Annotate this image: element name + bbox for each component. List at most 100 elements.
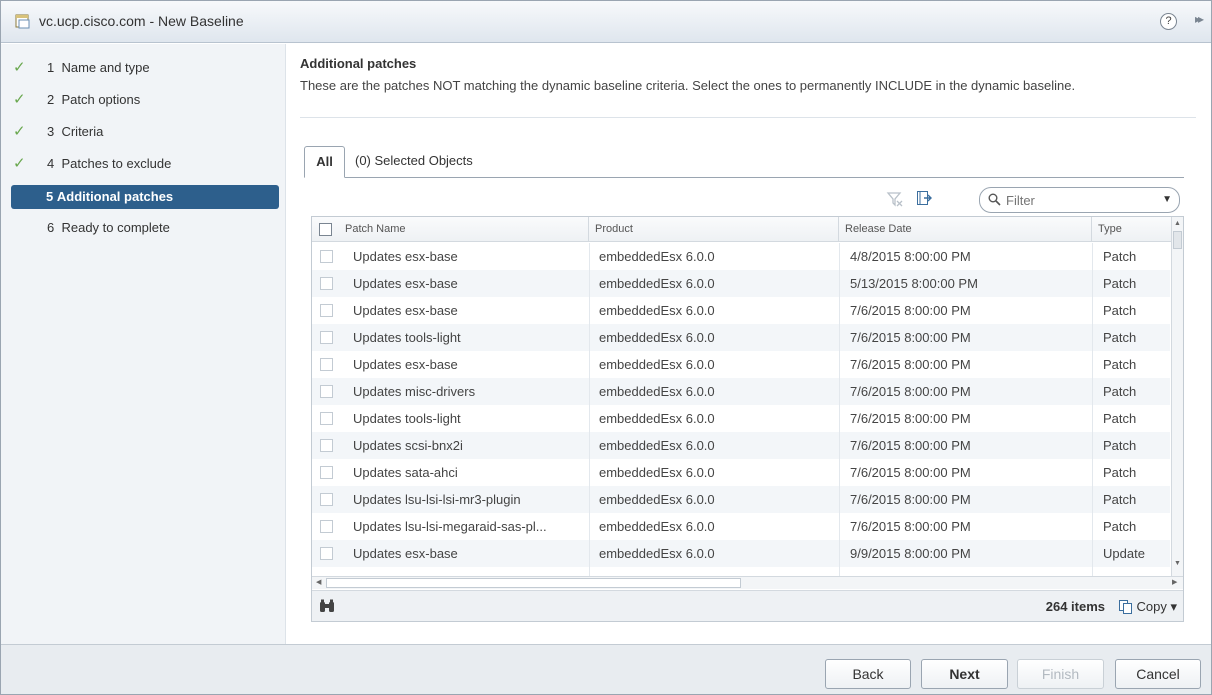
- vertical-scrollbar[interactable]: ▲ ▼: [1171, 217, 1183, 576]
- cell-patch-name: Updates esx-base: [353, 276, 458, 291]
- step-ready-to-complete[interactable]: 6 Ready to complete: [11, 216, 279, 240]
- select-all-checkbox[interactable]: [319, 223, 332, 236]
- table-row[interactable]: Updates sata-ahci embeddedEsx 6.0.0 7/6/20…: [312, 459, 1170, 486]
- page-title: Additional patches: [300, 56, 417, 71]
- expand-icon[interactable]: ▸▸: [1195, 12, 1204, 26]
- row-checkbox[interactable]: [320, 520, 333, 533]
- column-divider: [839, 243, 840, 576]
- table-row[interactable]: Updates esx-base embeddedEsx 6.0.0 5/13/20…: [312, 270, 1170, 297]
- document-window-icon: [15, 14, 30, 29]
- scrollbar-thumb[interactable]: [1173, 231, 1182, 249]
- cell-release-date: 7/6/2015 8:00:00 PM: [850, 519, 971, 534]
- column-divider: [589, 243, 590, 576]
- export-icon[interactable]: [916, 190, 932, 206]
- table-row[interactable]: Updates lsu-lsi-megaraid-sas-pl... embedd…: [312, 513, 1170, 540]
- column-divider: [1092, 243, 1093, 576]
- row-checkbox[interactable]: [320, 439, 333, 452]
- column-header-product[interactable]: Product: [589, 217, 839, 242]
- step-patch-options[interactable]: ✓ 2 Patch options: [11, 88, 279, 112]
- cell-patch-name: Updates lsu-lsi-lsi-mr3-plugin: [353, 492, 521, 507]
- cell-product: embeddedEsx 6.0.0: [599, 546, 715, 561]
- check-icon: ✓: [13, 123, 26, 140]
- step-criteria[interactable]: ✓ 3 Criteria: [11, 120, 279, 144]
- filter-search[interactable]: ▼: [979, 187, 1180, 213]
- table-row[interactable]: Updates esx-base embeddedEsx 6.0.0 7/6/201…: [312, 297, 1170, 324]
- copy-button[interactable]: Copy ▾: [1117, 597, 1177, 617]
- table-row[interactable]: Updates scsi-bnx2i embeddedEsx 6.0.0 7/6/2…: [312, 432, 1170, 459]
- step-label: 3 Criteria: [47, 124, 104, 139]
- horizontal-scrollbar[interactable]: ◀ ▶: [312, 576, 1183, 589]
- table-row[interactable]: Updates esx-base embeddedEsx 6.0.0 4/8/201…: [312, 243, 1170, 270]
- wizard-window: vc.ucp.cisco.com - New Baseline ? ▸▸ ✓ 1…: [0, 0, 1212, 695]
- wizard-steps-sidebar: ✓ 1 Name and type ✓ 2 Patch options ✓ 3 …: [1, 44, 286, 644]
- chevron-down-icon[interactable]: ▼: [1162, 194, 1172, 205]
- row-checkbox[interactable]: [320, 547, 333, 560]
- row-checkbox[interactable]: [320, 412, 333, 425]
- cell-release-date: 7/6/2015 8:00:00 PM: [850, 303, 971, 318]
- cell-patch-name: Updates esx-base: [353, 546, 458, 561]
- tab-selected-objects[interactable]: (0) Selected Objects: [355, 146, 473, 178]
- finish-button: Finish: [1017, 659, 1104, 689]
- step-label: 1 Name and type: [47, 60, 150, 75]
- step-name-and-type[interactable]: ✓ 1 Name and type: [11, 56, 279, 80]
- row-checkbox[interactable]: [320, 493, 333, 506]
- cell-patch-name: Updates esx-base: [353, 357, 458, 372]
- scroll-up-icon[interactable]: ▲: [1174, 220, 1181, 227]
- cell-product: embeddedEsx 6.0.0: [599, 519, 715, 534]
- cell-release-date: 7/6/2015 8:00:00 PM: [850, 411, 971, 426]
- cell-type: Patch: [1103, 303, 1137, 318]
- copy-icon: [1118, 600, 1132, 614]
- filter-input[interactable]: [1006, 192, 1146, 208]
- scroll-right-icon[interactable]: ▶: [1172, 578, 1177, 586]
- next-button[interactable]: Next: [921, 659, 1008, 689]
- step-additional-patches[interactable]: 5 Additional patches: [11, 185, 279, 209]
- row-checkbox[interactable]: [320, 331, 333, 344]
- help-icon[interactable]: ?: [1160, 13, 1177, 30]
- table-row[interactable]: Updates tools-light embeddedEsx 6.0.0 7/6/…: [312, 405, 1170, 432]
- row-checkbox[interactable]: [320, 277, 333, 290]
- cell-release-date: 7/6/2015 8:00:00 PM: [850, 438, 971, 453]
- divider: [300, 117, 1196, 118]
- cell-product: embeddedEsx 6.0.0: [599, 276, 715, 291]
- cell-type: Patch: [1103, 465, 1137, 480]
- table-row[interactable]: Updates esx-base embeddedEsx 6.0.0 9/9/201…: [312, 540, 1170, 567]
- cell-type: Patch: [1103, 438, 1137, 453]
- back-button[interactable]: Back: [825, 659, 911, 689]
- table-row[interactable]: Updates esx-base embeddedEsx 6.0.0 7/6/201…: [312, 351, 1170, 378]
- scroll-left-icon[interactable]: ◀: [316, 578, 321, 586]
- column-header-release-date[interactable]: Release Date: [839, 217, 1092, 242]
- page-description: These are the patches NOT matching the d…: [300, 78, 1076, 93]
- cell-type: Patch: [1103, 330, 1137, 345]
- check-icon: ✓: [13, 91, 26, 108]
- grid-footer: 264 items Copy ▾: [312, 590, 1183, 621]
- main-panel: Additional patches These are the patches…: [287, 44, 1211, 644]
- table-row[interactable]: Updates tools-light embeddedEsx 6.0.0 7/6/…: [312, 324, 1170, 351]
- step-patches-to-exclude[interactable]: ✓ 4 Patches to exclude: [11, 152, 279, 176]
- tab-all[interactable]: All: [304, 146, 345, 178]
- row-checkbox[interactable]: [320, 385, 333, 398]
- row-checkbox[interactable]: [320, 466, 333, 479]
- cell-product: embeddedEsx 6.0.0: [599, 357, 715, 372]
- table-row[interactable]: Updates misc-drivers embeddedEsx 6.0.0 7/6…: [312, 378, 1170, 405]
- cell-type: Patch: [1103, 492, 1137, 507]
- scroll-down-icon[interactable]: ▼: [1174, 560, 1181, 567]
- cell-product: embeddedEsx 6.0.0: [599, 492, 715, 507]
- column-header-patch-name[interactable]: Patch Name: [339, 217, 589, 242]
- patch-grid: Patch Name Product Release Date Type Upd…: [311, 216, 1184, 622]
- scrollbar-thumb[interactable]: [326, 578, 741, 588]
- cell-product: embeddedEsx 6.0.0: [599, 411, 715, 426]
- cell-product: embeddedEsx 6.0.0: [599, 438, 715, 453]
- search-icon: [988, 193, 1001, 206]
- cell-patch-name: Updates tools-light: [353, 411, 461, 426]
- cancel-button[interactable]: Cancel: [1115, 659, 1201, 689]
- clear-filter-icon[interactable]: [886, 190, 904, 208]
- cell-patch-name: Updates sata-ahci: [353, 465, 458, 480]
- cell-type: Patch: [1103, 411, 1137, 426]
- row-checkbox[interactable]: [320, 250, 333, 263]
- cell-type: Patch: [1103, 276, 1137, 291]
- row-checkbox[interactable]: [320, 304, 333, 317]
- table-row[interactable]: Updates lsu-lsi-lsi-mr3-plugin embeddedEs…: [312, 486, 1170, 513]
- column-header-type[interactable]: Type: [1092, 217, 1171, 242]
- binoculars-icon[interactable]: [319, 599, 335, 613]
- row-checkbox[interactable]: [320, 358, 333, 371]
